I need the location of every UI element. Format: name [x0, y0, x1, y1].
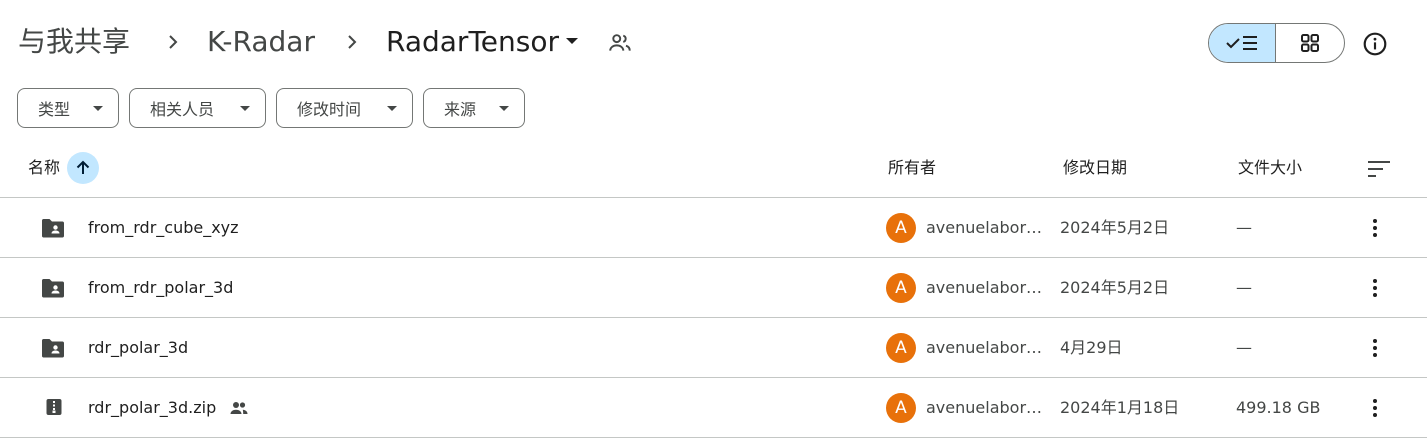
avatar: A	[886, 213, 916, 243]
folder-menu-dropdown-icon[interactable]	[566, 38, 578, 44]
owner-name: avenuelaboratory	[926, 278, 1048, 297]
grid-icon	[1301, 34, 1319, 52]
info-icon[interactable]	[1362, 31, 1388, 57]
sort-direction-button[interactable]	[67, 152, 99, 184]
dropdown-arrow-icon	[240, 106, 250, 111]
column-headers: 名称 所有者 修改日期 文件大小	[0, 140, 1427, 198]
chevron-right-icon	[348, 35, 357, 49]
dropdown-arrow-icon	[499, 106, 509, 111]
check-list-icon	[1226, 36, 1257, 50]
more-options-icon[interactable]	[1364, 335, 1386, 361]
more-options-icon[interactable]	[1364, 215, 1386, 241]
shared-folder-icon	[42, 279, 64, 298]
breadcrumb-k-radar[interactable]: K-Radar	[207, 22, 315, 62]
shared-folder-icon	[42, 219, 64, 238]
file-row[interactable]: from_rdr_polar_3d A avenuelaboratory 202…	[0, 258, 1427, 318]
shared-people-icon[interactable]	[607, 30, 633, 56]
grid-view-button[interactable]	[1276, 24, 1344, 62]
file-size: —	[1236, 218, 1252, 237]
file-size: —	[1236, 278, 1252, 297]
avatar: A	[886, 273, 916, 303]
modified-date: 2024年1月18日	[1060, 398, 1180, 417]
view-toggle	[1208, 23, 1345, 63]
file-name[interactable]: rdr_polar_3d	[88, 336, 188, 360]
sort-options-icon[interactable]	[1366, 157, 1392, 181]
avatar: A	[886, 393, 916, 423]
file-name[interactable]: rdr_polar_3d.zip	[88, 396, 216, 420]
modified-date: 2024年5月2日	[1060, 278, 1170, 297]
filter-source-chip[interactable]: 来源	[423, 88, 525, 128]
filter-source-label: 来源	[444, 100, 477, 119]
column-modified-header[interactable]: 修改日期	[1063, 156, 1127, 180]
modified-date: 4月29日	[1060, 338, 1123, 357]
chevron-right-icon	[169, 35, 178, 49]
shared-people-icon	[230, 402, 248, 414]
filter-modified-label: 修改时间	[297, 100, 362, 119]
header: 与我共享 K-Radar RadarTensor	[0, 0, 1427, 84]
file-row[interactable]: rdr_polar_3d.zip A avenuelaboratory 2024…	[0, 378, 1427, 438]
list-view-button[interactable]	[1209, 24, 1277, 62]
arrow-up-icon	[76, 160, 90, 174]
file-row[interactable]: rdr_polar_3d A avenuelaboratory 4月29日 —	[0, 318, 1427, 378]
dropdown-arrow-icon	[93, 106, 103, 111]
file-row[interactable]: from_rdr_cube_xyz A avenuelaboratory 202…	[0, 198, 1427, 258]
file-name[interactable]: from_rdr_cube_xyz	[88, 216, 239, 240]
shared-folder-icon	[42, 339, 64, 358]
modified-date: 2024年5月2日	[1060, 218, 1170, 237]
filter-type-chip[interactable]: 类型	[17, 88, 119, 128]
column-owner-header[interactable]: 所有者	[888, 156, 936, 180]
owner-name: avenuelaboratory	[926, 398, 1048, 417]
filter-type-label: 类型	[38, 100, 71, 119]
owner-name: avenuelaboratory	[926, 338, 1048, 357]
dropdown-arrow-icon	[387, 106, 397, 111]
breadcrumb-shared-with-me[interactable]: 与我共享	[18, 22, 130, 62]
avatar: A	[886, 333, 916, 363]
breadcrumb-current-folder[interactable]: RadarTensor	[386, 22, 559, 62]
column-name-header[interactable]: 名称	[28, 156, 60, 180]
filter-people-label: 相关人员	[150, 100, 215, 119]
file-size: 499.18 GB	[1236, 398, 1321, 417]
zip-file-icon	[46, 399, 62, 415]
file-size: —	[1236, 338, 1252, 357]
more-options-icon[interactable]	[1364, 395, 1386, 421]
filter-people-chip[interactable]: 相关人员	[129, 88, 266, 128]
more-options-icon[interactable]	[1364, 275, 1386, 301]
column-size-header[interactable]: 文件大小	[1238, 156, 1302, 180]
owner-name: avenuelaboratory	[926, 218, 1048, 237]
filter-modified-chip[interactable]: 修改时间	[276, 88, 413, 128]
file-name[interactable]: from_rdr_polar_3d	[88, 276, 233, 300]
